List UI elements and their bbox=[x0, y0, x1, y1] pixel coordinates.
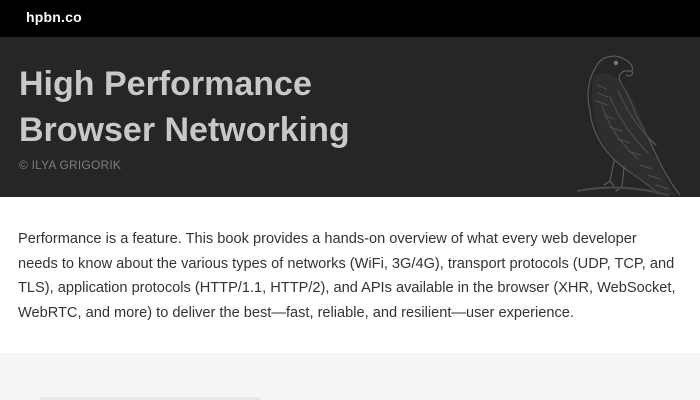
hawk-illustration-icon bbox=[577, 55, 681, 196]
hero-banner: High Performance Browser Networking © IL… bbox=[0, 37, 700, 197]
top-bar: hpbn.co bbox=[0, 0, 700, 37]
book-title: High Performance Browser Networking bbox=[19, 61, 539, 153]
author-credit: © ILYA GRIGORIK bbox=[19, 158, 122, 172]
site-name-link[interactable]: hpbn.co bbox=[26, 9, 82, 25]
book-title-line-1: High Performance bbox=[19, 65, 312, 103]
intro-section: Performance is a feature. This book prov… bbox=[0, 197, 700, 353]
intro-paragraph: Performance is a feature. This book prov… bbox=[18, 231, 676, 321]
book-title-line-2: Browser Networking bbox=[19, 111, 350, 149]
lower-section bbox=[0, 353, 700, 400]
